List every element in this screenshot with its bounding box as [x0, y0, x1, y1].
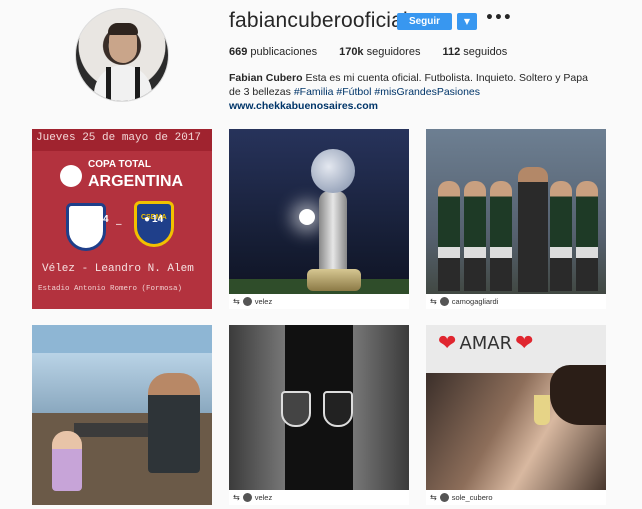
club-shield-icon — [323, 391, 353, 427]
following-count: 112 — [442, 46, 461, 58]
comment-icon: ● — [144, 214, 151, 225]
club-shield-icon — [281, 391, 311, 427]
repost-icon: ⇆ — [233, 493, 240, 502]
profile-stats: 669 publicaciones 170k seguidores 112 se… — [229, 46, 529, 58]
person-figure — [464, 181, 486, 291]
heart-icon: ❤ — [438, 331, 457, 356]
following-stat[interactable]: 112 seguidos — [442, 46, 507, 58]
child-figure — [52, 431, 82, 491]
repost-icon: ⇆ — [233, 297, 240, 306]
heart-icon: ❤ — [515, 331, 534, 356]
user-mini-avatar — [242, 297, 252, 306]
tag-bar: ⇆ camogagliardi — [426, 294, 606, 309]
dropdown-button[interactable]: ▼ — [457, 13, 477, 30]
velez-shield-icon — [66, 203, 106, 251]
posts-count: 669 — [229, 46, 248, 58]
followers-stat[interactable]: 170k seguidores — [339, 46, 420, 58]
person-figure — [148, 373, 200, 473]
repost-icon: ⇆ — [430, 297, 437, 306]
trophy-base — [307, 269, 361, 291]
hair-shape — [550, 365, 606, 425]
tag-username: camogagliardi — [451, 297, 499, 306]
likes-count: 544 — [91, 214, 109, 225]
ball-logo-icon — [60, 165, 82, 187]
profile-bio: Fabian Cubero Esta es mi cuenta oficial.… — [229, 71, 589, 113]
tag-username: velez — [254, 297, 273, 306]
bio-name: Fabian Cubero — [229, 72, 303, 84]
match-text: Vélez - Leandro N. Alem — [42, 263, 194, 275]
user-mini-avatar — [439, 493, 449, 502]
posts-stat: 669 publicaciones — [229, 46, 317, 58]
hashtag-link[interactable]: #Fútbol — [336, 86, 371, 98]
tag-bar: ⇆ velez — [229, 490, 409, 505]
glass-shape — [534, 395, 550, 425]
post-tile[interactable]: ⇆ velez — [229, 325, 409, 505]
vs-dash: – — [116, 219, 122, 230]
tag-username: velez — [254, 493, 273, 502]
person-figure — [550, 181, 572, 291]
person-figure — [438, 181, 460, 291]
chevron-down-icon: ▼ — [463, 17, 471, 26]
following-label: seguidos — [463, 46, 508, 58]
repost-icon: ⇆ — [430, 493, 437, 502]
amar-caption: ❤ AMAR ❤ — [438, 331, 534, 356]
post-date-text: Jueves 25 de mayo de 2017 — [36, 132, 202, 144]
person-figure — [576, 181, 598, 291]
argentina-text: ARGENTINA — [88, 173, 184, 190]
venue-text: Estadio Antonio Romero (Formosa) — [38, 285, 183, 293]
amar-text: AMAR — [459, 333, 513, 354]
trophy-ball — [311, 149, 355, 193]
more-options-icon[interactable]: ••• — [485, 10, 512, 26]
trophy-stem — [319, 191, 347, 281]
post-image — [353, 325, 409, 505]
hashtag-link[interactable]: #Familia — [294, 86, 334, 98]
avatar-hair — [108, 23, 138, 35]
tag-bar: ⇆ sole_cubero — [426, 490, 606, 505]
user-mini-avatar — [439, 297, 449, 306]
hashtag-link[interactable]: #misGrandesPasiones — [374, 86, 480, 98]
copa-text: COPA TOTAL — [88, 159, 151, 170]
person-figure — [518, 167, 548, 292]
likes-overlay: ♥ 544 — [84, 214, 109, 225]
person-figure — [490, 181, 512, 291]
profile-username: fabiancuberooficial — [229, 9, 408, 32]
post-tile[interactable]: ⇆ velez — [229, 129, 409, 309]
avatar-strap — [135, 67, 140, 101]
comments-overlay: ● 14 — [144, 214, 163, 225]
followers-count: 170k — [339, 46, 364, 58]
posts-label: publicaciones — [250, 46, 318, 58]
stadium-light — [299, 209, 315, 225]
bio-website-link[interactable]: www.chekkabuenosaires.com — [229, 100, 378, 112]
avatar-strap — [106, 67, 111, 101]
post-tile[interactable] — [32, 325, 212, 505]
comments-count: 14 — [152, 214, 164, 225]
user-mini-avatar — [242, 493, 252, 502]
followers-label: seguidores — [366, 46, 421, 58]
post-tile[interactable]: ⇆ camogagliardi — [426, 129, 606, 309]
post-tile[interactable]: Jueves 25 de mayo de 2017 COPA TOTAL ARG… — [32, 129, 212, 309]
post-tile[interactable]: ❤ AMAR ❤ ⇆ sole_cubero — [426, 325, 606, 505]
tag-bar: ⇆ velez — [229, 294, 409, 309]
profile-avatar[interactable] — [75, 8, 169, 102]
tag-username: sole_cubero — [451, 493, 493, 502]
post-image — [229, 325, 285, 505]
avatar-shirt — [94, 65, 152, 101]
follow-button[interactable]: Seguir — [397, 13, 452, 30]
heart-icon: ♥ — [84, 214, 90, 225]
